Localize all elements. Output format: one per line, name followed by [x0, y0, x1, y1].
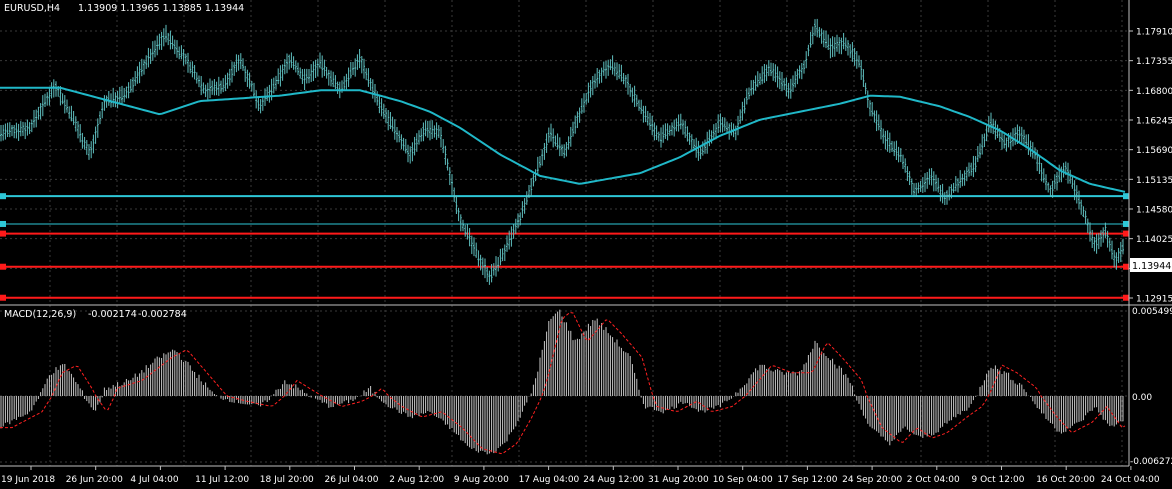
price-axis-label: 1.14025 — [1136, 235, 1172, 245]
trading-chart[interactable]: EURUSD,H4 1.13909 1.13965 1.13885 1.1394… — [0, 0, 1172, 489]
line-handle-right[interactable] — [1123, 263, 1129, 270]
line-handle-left[interactable] — [0, 230, 6, 237]
line-handle-left[interactable] — [0, 294, 6, 301]
time-axis-label: 17 Sep 12:00 — [777, 475, 837, 485]
macd-signal-value: -0.002784 — [138, 309, 187, 320]
price-axis-label: 1.17910 — [1136, 28, 1172, 38]
macd-axis-top: 0.005499 — [1132, 307, 1172, 317]
time-axis-label: 11 Jul 12:00 — [195, 475, 249, 485]
time-axis-label: 2 Aug 12:00 — [389, 475, 444, 485]
time-axis-label: 10 Sep 04:00 — [713, 475, 773, 485]
time-axis-label: 18 Jul 20:00 — [260, 475, 314, 485]
line-handle-right[interactable] — [1123, 294, 1129, 301]
time-axis-label: 26 Jun 20:00 — [66, 475, 123, 485]
time-axis-label: 24 Oct 04:00 — [1101, 475, 1160, 485]
symbol-label: EURUSD,H4 — [4, 3, 60, 14]
line-handle-left[interactable] — [0, 193, 6, 200]
macd-axis-bottom: -0.006272 — [1130, 457, 1172, 467]
time-axis-label: 24 Sep 20:00 — [842, 475, 902, 485]
ohlc-readout: 1.13909 1.13965 1.13885 1.13944 — [78, 3, 244, 14]
time-axis-label: 9 Aug 20:00 — [454, 475, 509, 485]
line-handle-right[interactable] — [1123, 230, 1129, 237]
line-handle-left[interactable] — [0, 263, 6, 270]
price-axis-label: 1.15135 — [1136, 176, 1172, 186]
price-axis-label: 1.17355 — [1136, 57, 1172, 67]
price-axis-label: 1.14580 — [1136, 206, 1172, 216]
time-axis-label: 16 Oct 20:00 — [1036, 475, 1095, 485]
time-axis-label: 4 Jul 04:00 — [130, 475, 179, 485]
time-axis-label: 2 Oct 04:00 — [907, 475, 960, 485]
time-axis-label: 26 Jul 04:00 — [325, 475, 379, 485]
price-axis-label: 1.15690 — [1136, 146, 1172, 156]
macd-axis-zero: 0.00 — [1132, 393, 1152, 403]
time-axis-label: 24 Aug 12:00 — [583, 475, 644, 485]
line-handle-right[interactable] — [1123, 220, 1129, 227]
price-axis-label: 1.12915 — [1136, 295, 1172, 305]
macd-main-value: -0.002174 — [88, 309, 137, 320]
current-price-label: 1.13944 — [1132, 261, 1171, 272]
time-axis-label: 19 Jun 2018 — [1, 475, 55, 485]
line-handle-right[interactable] — [1123, 193, 1129, 200]
price-axis-label: 1.16245 — [1136, 117, 1172, 127]
price-axis-label: 1.16800 — [1136, 87, 1172, 97]
macd-label: MACD(12,26,9) — [4, 309, 76, 320]
time-axis-label: 17 Aug 04:00 — [519, 475, 580, 485]
line-handle-left[interactable] — [0, 220, 6, 227]
time-axis-label: 31 Aug 20:00 — [648, 475, 709, 485]
time-axis-label: 9 Oct 12:00 — [972, 475, 1025, 485]
